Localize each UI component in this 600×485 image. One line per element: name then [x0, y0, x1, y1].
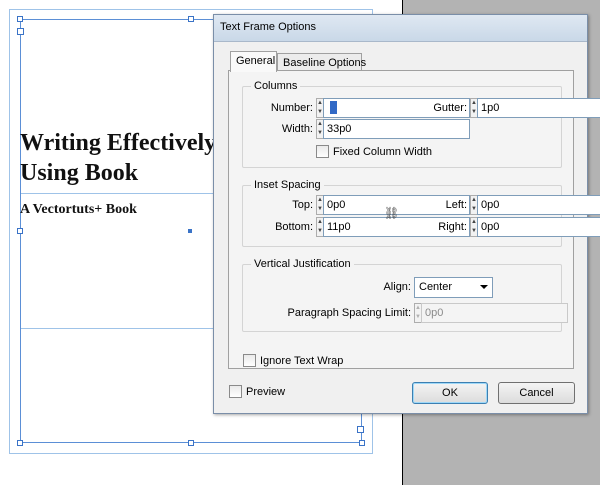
resize-handle-left[interactable] — [17, 228, 23, 234]
chain-link-icon[interactable]: ⛓ — [384, 206, 399, 220]
inset-spacing-legend: Inset Spacing — [251, 179, 324, 191]
ignore-text-wrap-label: Ignore Text Wrap — [260, 354, 344, 367]
align-select[interactable]: Center — [414, 277, 493, 298]
top-stepper[interactable]: ▲ ▼ — [316, 195, 470, 215]
paragraph-spacing-limit-stepper: ▲ ▼ — [414, 303, 568, 323]
inset-spacing-group: Inset Spacing Top: ▲▼ Bottom: ▲▼ ⛓ Left:… — [242, 179, 600, 247]
right-label-text: Right: — [438, 221, 467, 233]
right-label: Right: — [413, 221, 467, 233]
columns-legend: Columns — [251, 80, 301, 92]
bottom-label-text: Bottom: — [275, 221, 313, 233]
dialog-title: Text Frame Options — [220, 21, 316, 33]
number-label: Number: — [253, 102, 313, 114]
in-port[interactable] — [17, 28, 24, 35]
width-label: Width: — [253, 123, 313, 135]
chevron-down-icon[interactable] — [480, 285, 488, 289]
document-subtitle: A Vectortuts+ Book — [20, 202, 137, 217]
left-label: Left: — [413, 199, 467, 211]
checkbox-box[interactable] — [243, 354, 256, 367]
paragraph-spacing-limit-input — [420, 303, 568, 323]
paragraph-spacing-limit-text: Paragraph Spacing Limit: — [287, 307, 411, 319]
gutter-label-text: Gutter: — [433, 102, 467, 114]
resize-handle-bottom[interactable] — [188, 440, 194, 446]
fixed-column-width-label: Fixed Column Width — [333, 145, 433, 158]
width-label-text: Width: — [281, 123, 313, 135]
number-label-text: Number: — [270, 102, 313, 114]
checkbox-box[interactable] — [316, 145, 329, 158]
resize-handle-top-left[interactable] — [17, 16, 23, 22]
left-stepper[interactable]: ▲ ▼ — [470, 195, 600, 215]
vertical-justification-group: Vertical Justification Align: Center Par… — [242, 258, 568, 332]
right-input[interactable] — [476, 217, 600, 237]
top-label: Top: — [253, 199, 313, 211]
preview-checkbox[interactable]: Preview — [229, 385, 285, 398]
gutter-label: Gutter: — [413, 102, 467, 114]
right-stepper[interactable]: ▲ ▼ — [470, 217, 600, 237]
selection-highlight — [330, 101, 337, 114]
resize-handle-bottom-left[interactable] — [17, 440, 23, 446]
checkbox-box[interactable] — [229, 385, 242, 398]
vertical-justification-legend: Vertical Justification — [251, 258, 354, 270]
left-label-text: Left: — [445, 199, 467, 211]
align-label: Align: — [353, 281, 411, 293]
bottom-stepper[interactable]: ▲ ▼ — [316, 217, 470, 237]
ignore-text-wrap-checkbox[interactable]: Ignore Text Wrap — [243, 354, 343, 367]
number-stepper[interactable]: ▲ ▼ — [316, 98, 470, 118]
dialog-title-bar[interactable]: Text Frame Options — [214, 15, 587, 42]
preview-label: Preview — [246, 385, 286, 398]
resize-handle-bottom-right[interactable] — [359, 440, 365, 446]
out-port[interactable] — [357, 426, 364, 433]
width-stepper[interactable]: ▲ ▼ — [316, 119, 470, 139]
general-tab-panel: Columns Number: ▲▼ Gutter: ▲▼ Width: ▲▼ … — [228, 70, 600, 369]
frame-center-point — [188, 229, 192, 233]
align-label-text: Align: — [383, 281, 411, 293]
paragraph-spacing-limit-label: Paragraph Spacing Limit: — [273, 307, 411, 319]
ok-button[interactable]: OK — [412, 382, 488, 404]
align-selected-value: Center — [419, 281, 453, 293]
gutter-input[interactable] — [476, 98, 600, 118]
cancel-button[interactable]: Cancel — [498, 382, 575, 404]
text-frame-options-dialog: Text Frame Options General Baseline Opti… — [213, 14, 600, 414]
bottom-label: Bottom: — [253, 221, 313, 233]
tab-general[interactable]: General — [230, 51, 277, 72]
gutter-stepper[interactable]: ▲ ▼ — [470, 98, 600, 118]
top-label-text: Top: — [292, 199, 313, 211]
resize-handle-top[interactable] — [188, 16, 194, 22]
columns-group: Columns Number: ▲▼ Gutter: ▲▼ Width: ▲▼ … — [242, 80, 600, 168]
left-input[interactable] — [476, 195, 600, 215]
width-input[interactable] — [322, 119, 470, 139]
fixed-column-width-checkbox[interactable]: Fixed Column Width — [316, 145, 432, 158]
